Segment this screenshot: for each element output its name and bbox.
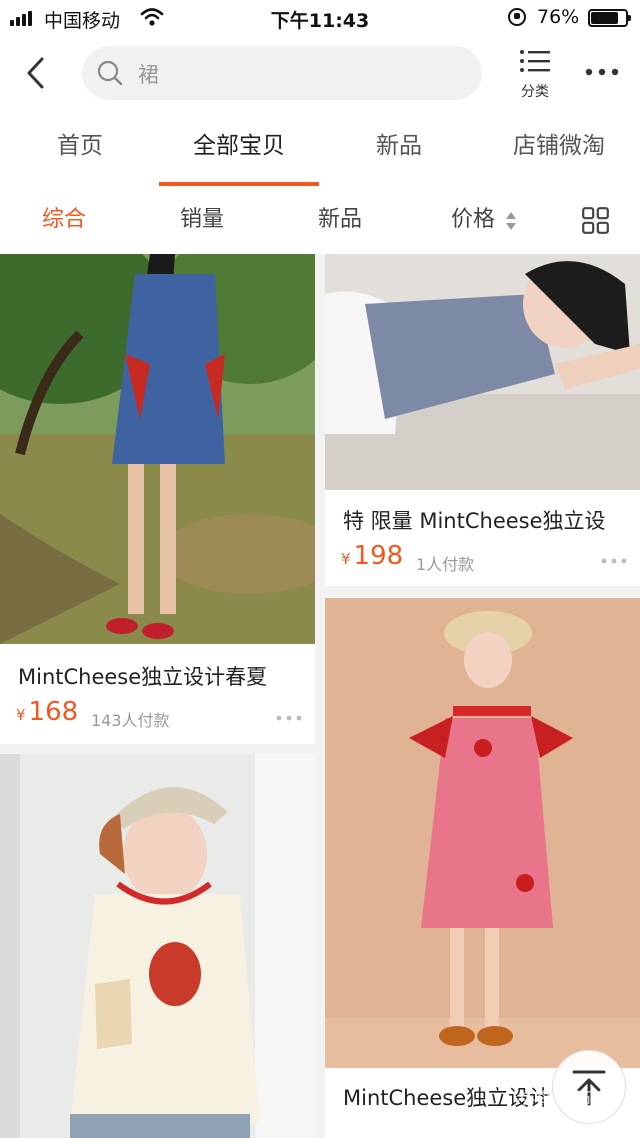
battery-percent: 76% xyxy=(537,6,580,28)
product-card-strawberry-tank[interactable] xyxy=(0,754,315,1138)
more-options-icon[interactable] xyxy=(276,714,302,722)
sort-sales[interactable]: 销量 xyxy=(180,188,224,254)
product-image xyxy=(0,254,315,644)
currency-symbol: ¥ xyxy=(341,550,351,568)
tab-new-items[interactable]: 新品 xyxy=(319,110,479,188)
product-card-gingham-top[interactable]: 特 限量 MintCheese独立设 ¥198 1人付款 xyxy=(325,254,640,586)
category-label: 分类 xyxy=(521,84,549,100)
product-price: ¥198 xyxy=(341,541,403,571)
product-image xyxy=(0,754,315,1138)
more-icon[interactable] xyxy=(584,66,620,78)
back-icon[interactable] xyxy=(24,56,48,90)
currency-symbol: ¥ xyxy=(16,706,26,724)
sort-arrows-icon xyxy=(506,212,516,230)
search-header: 裙 分类 xyxy=(0,36,640,110)
category-list-icon xyxy=(520,50,550,72)
shop-tabs: 首页 全部宝贝 新品 店铺微淘 xyxy=(0,110,640,188)
search-input[interactable]: 裙 xyxy=(82,46,482,100)
price-value: 198 xyxy=(353,541,404,571)
sort-new[interactable]: 新品 xyxy=(318,188,362,254)
sort-bar: 综合 销量 新品 价格 xyxy=(0,188,640,254)
category-button[interactable]: 分类 xyxy=(512,48,558,100)
more-options-icon[interactable] xyxy=(601,557,627,565)
product-card-blue-dress[interactable]: MintCheese独立设计春夏 ¥168 143人付款 xyxy=(0,254,315,744)
price-value: 168 xyxy=(28,697,79,727)
rotation-lock-icon xyxy=(508,8,526,26)
sort-price[interactable]: 价格 xyxy=(451,188,495,254)
sales-count: 143人付款 xyxy=(91,711,170,730)
grid-view-icon[interactable] xyxy=(582,207,609,234)
taobao-shop-screen: 中国移动 下午11:43 76% 裙 分类 首页 全部宝贝 新品 店铺微淘 综合… xyxy=(0,0,640,1138)
product-image xyxy=(325,254,640,490)
product-price: ¥168 xyxy=(16,697,78,727)
battery-icon xyxy=(588,9,631,27)
watermark: 头条@问答 xyxy=(516,1088,616,1112)
search-query: 裙 xyxy=(138,63,159,87)
search-icon xyxy=(97,60,123,86)
product-image xyxy=(325,598,640,1068)
sales-count: 1人付款 xyxy=(416,555,475,574)
status-bar: 中国移动 下午11:43 76% xyxy=(0,0,640,36)
product-title: 特 限量 MintCheese独立设 xyxy=(343,509,606,533)
tab-shop-feed[interactable]: 店铺微淘 xyxy=(479,110,639,188)
tab-home[interactable]: 首页 xyxy=(0,110,160,188)
tab-all-items[interactable]: 全部宝贝 xyxy=(159,110,319,188)
sort-comprehensive[interactable]: 综合 xyxy=(42,188,86,254)
product-title: MintCheese独立设计春夏 xyxy=(18,665,268,689)
